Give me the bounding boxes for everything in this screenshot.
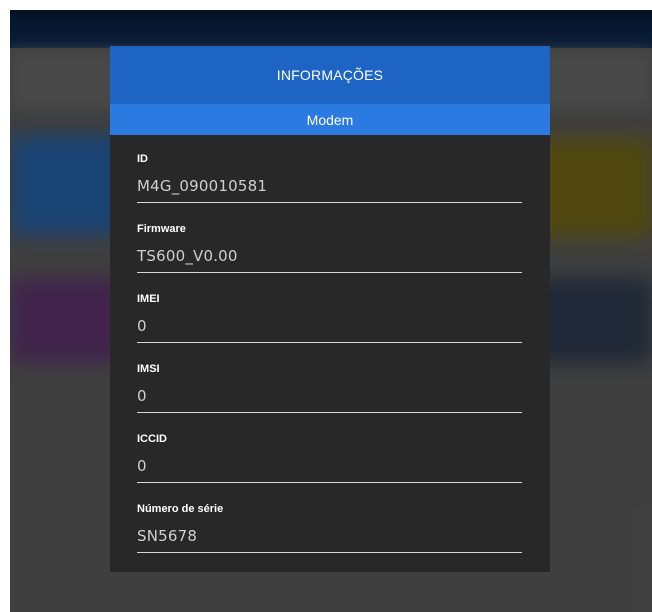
field-id: ID M4G_090010581	[137, 147, 522, 217]
info-modal: INFORMAÇÕES Modem ID M4G_090010581 Firmw…	[110, 46, 550, 572]
serial-number-field[interactable]: SN5678	[137, 527, 522, 553]
field-imei: IMEI 0	[137, 287, 522, 357]
field-label: ICCID	[137, 433, 167, 445]
firmware-field[interactable]: TS600_V0.00	[137, 247, 522, 273]
id-field[interactable]: M4G_090010581	[137, 177, 522, 203]
modal-title: INFORMAÇÕES	[110, 46, 550, 104]
field-label: IMSI	[137, 363, 160, 375]
imsi-field[interactable]: 0	[137, 387, 522, 413]
field-label: IMEI	[137, 293, 160, 305]
field-iccid: ICCID 0	[137, 427, 522, 497]
field-serial-number: Número de série SN5678	[137, 497, 522, 567]
field-label: Firmware	[137, 223, 186, 235]
field-label: Número de série	[137, 503, 224, 515]
fields-list: ID M4G_090010581 Firmware TS600_V0.00 IM…	[110, 135, 550, 567]
imei-field[interactable]: 0	[137, 317, 522, 343]
field-imsi: IMSI 0	[137, 357, 522, 427]
iccid-field[interactable]: 0	[137, 457, 522, 483]
modal-section-title: Modem	[110, 104, 550, 135]
field-label: ID	[137, 153, 148, 165]
field-firmware: Firmware TS600_V0.00	[137, 217, 522, 287]
